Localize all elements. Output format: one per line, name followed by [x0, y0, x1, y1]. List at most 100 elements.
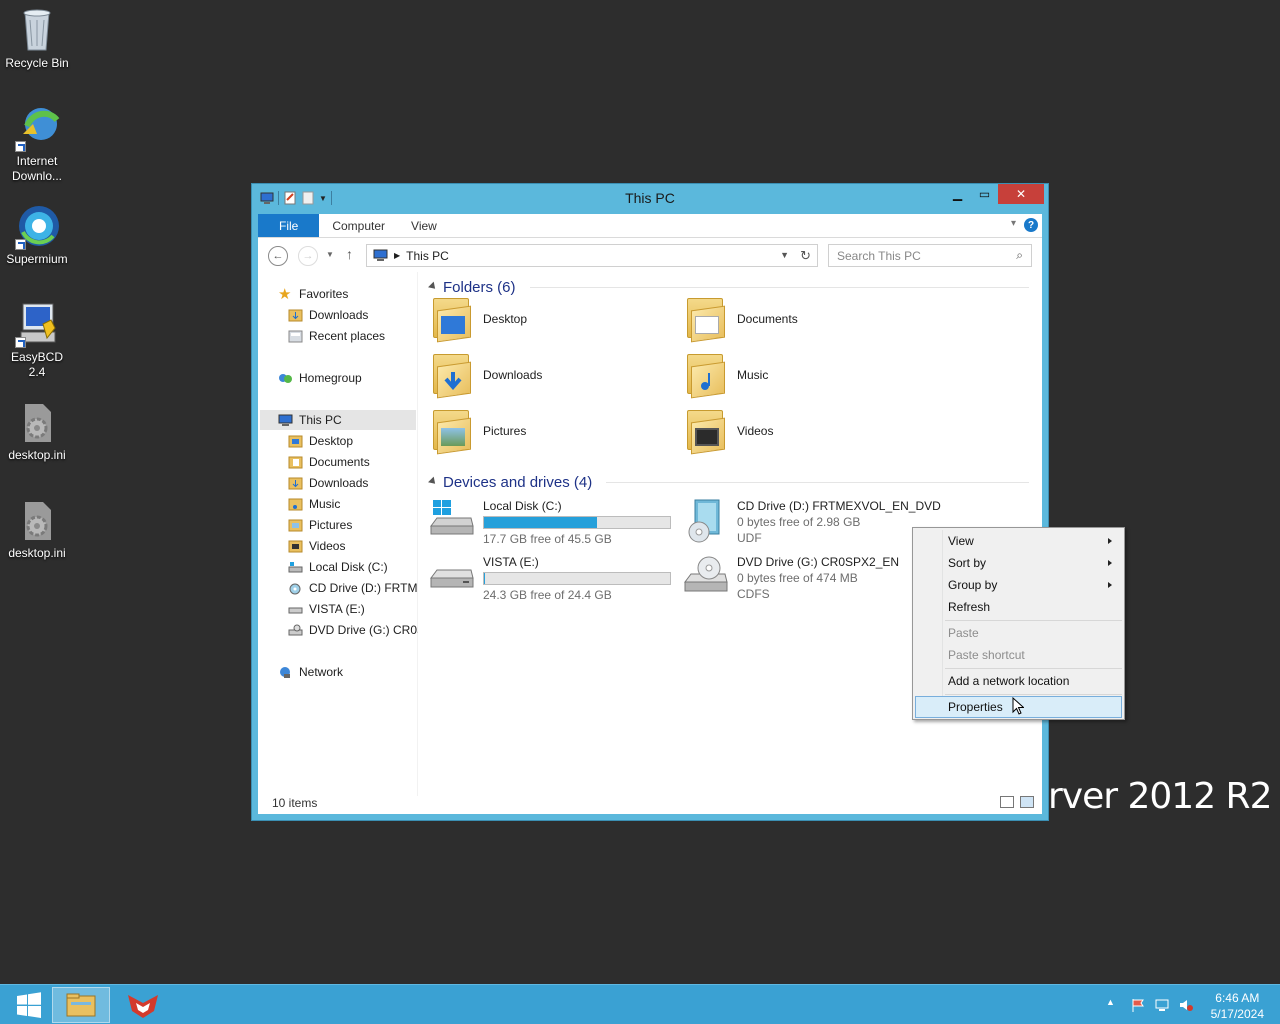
- nav-dvd-drive-g[interactable]: DVD Drive (G:) CR0S: [288, 620, 418, 640]
- menu-item-label: Group by: [948, 578, 998, 592]
- desktop-icon-desktop-ini[interactable]: desktop.ini: [2, 496, 72, 561]
- forward-button[interactable]: →: [298, 246, 318, 266]
- tab-file[interactable]: File: [258, 214, 320, 237]
- recent-locations-icon[interactable]: ▼: [326, 250, 334, 259]
- menu-item-paste-shortcut[interactable]: Paste shortcut: [915, 644, 1122, 666]
- maximize-button[interactable]: ▭: [971, 184, 998, 204]
- drive-name: VISTA (E:): [483, 555, 539, 569]
- desktop-icon-easybcd[interactable]: EasyBCD 2.4: [2, 300, 72, 380]
- drives-group-header[interactable]: Devices and drives (4): [428, 474, 1029, 491]
- desktop-icon-recycle-bin[interactable]: Recycle Bin: [2, 6, 72, 71]
- file-explorer-icon: [66, 993, 96, 1017]
- drive-free-space: 0 bytes free of 2.98 GB: [737, 515, 861, 529]
- desktop-icon-label: desktop.ini: [8, 546, 66, 560]
- downloads-folder-icon: [288, 477, 303, 489]
- search-placeholder: Search This PC: [837, 248, 921, 263]
- star-icon: ★: [278, 285, 292, 303]
- taskbar-app-firewall[interactable]: [114, 987, 172, 1023]
- expand-ribbon-icon[interactable]: ▾: [1011, 218, 1016, 229]
- menu-item-label: Refresh: [948, 600, 991, 614]
- back-button[interactable]: ←: [268, 246, 288, 266]
- nav-music[interactable]: Music: [288, 494, 340, 514]
- nav-documents[interactable]: Documents: [288, 452, 370, 472]
- nav-local-disk-c[interactable]: Local Disk (C:): [288, 557, 388, 577]
- nav-pictures[interactable]: Pictures: [288, 515, 352, 535]
- menu-item-view[interactable]: View: [915, 530, 1122, 552]
- nav-homegroup[interactable]: Homegroup: [278, 368, 362, 388]
- collapse-icon[interactable]: [428, 476, 438, 487]
- address-history-icon[interactable]: ▼: [780, 250, 789, 260]
- folder-downloads[interactable]: Downloads: [431, 352, 542, 399]
- collapse-icon[interactable]: [428, 281, 438, 292]
- nav-downloads[interactable]: Downloads: [288, 473, 368, 493]
- navigation-bar: ← → ▼ ↑ ▶ This PC ▼ ↻ Search This PC ⌕: [258, 238, 1042, 272]
- volume-muted-icon[interactable]: [1178, 997, 1194, 1013]
- nav-cd-drive-d[interactable]: CD Drive (D:) FRTME: [288, 578, 418, 598]
- menu-item-refresh[interactable]: Refresh: [915, 596, 1122, 618]
- nav-recent-places[interactable]: Recent places: [288, 326, 385, 346]
- start-button[interactable]: [0, 987, 58, 1023]
- drive-vista-e[interactable]: VISTA (E:) 24.3 GB free of 24.4 GB: [429, 554, 671, 603]
- folder-videos[interactable]: Videos: [685, 408, 773, 455]
- menu-item-paste[interactable]: Paste: [915, 622, 1122, 644]
- close-button[interactable]: ✕: [998, 184, 1044, 204]
- drive-local-disk-c[interactable]: Local Disk (C:) 17.7 GB free of 45.5 GB: [429, 498, 671, 547]
- music-folder-icon: [288, 498, 303, 510]
- action-center-flag-icon[interactable]: [1130, 997, 1146, 1013]
- tab-view[interactable]: View: [398, 214, 450, 237]
- nav-this-pc[interactable]: This PC: [260, 410, 416, 430]
- settings-file-icon: [13, 398, 61, 446]
- desktop-icon-supermium[interactable]: Supermium: [2, 202, 72, 267]
- nav-vista-e[interactable]: VISTA (E:): [288, 599, 365, 619]
- nav-favorites-downloads[interactable]: Downloads: [288, 305, 368, 325]
- explorer-window[interactable]: ▼ This PC ▁ ▭ ✕ File Computer View ▾ ? ←…: [251, 183, 1049, 821]
- internet-download-manager-icon: [13, 104, 61, 152]
- menu-item-label: Paste: [948, 626, 979, 640]
- folder-pictures[interactable]: Pictures: [431, 408, 526, 455]
- search-icon[interactable]: ⌕: [1016, 248, 1023, 263]
- folder-documents[interactable]: Documents: [685, 296, 798, 343]
- network-status-icon[interactable]: [1154, 997, 1170, 1013]
- system-clock[interactable]: 6:46 AM 5/17/2024: [1211, 990, 1264, 1022]
- nav-network[interactable]: Network: [278, 662, 343, 682]
- search-input[interactable]: Search This PC ⌕: [828, 244, 1032, 267]
- show-hidden-icons-button[interactable]: ▲: [1106, 997, 1122, 1013]
- nav-videos[interactable]: Videos: [288, 536, 345, 556]
- documents-folder-icon: [288, 456, 303, 468]
- title-bar[interactable]: ▼ This PC ▁ ▭ ✕: [252, 184, 1048, 213]
- mouse-cursor-icon: [1012, 697, 1024, 715]
- drive-dvd-g[interactable]: DVD Drive (G:) CR0SPX2_EN 0 bytes free o…: [683, 554, 899, 602]
- help-icon[interactable]: ?: [1024, 218, 1038, 232]
- menu-item-group-by[interactable]: Group by: [915, 574, 1122, 596]
- taskbar-file-explorer[interactable]: [52, 987, 110, 1023]
- minimize-button[interactable]: ▁: [944, 184, 971, 204]
- large-icons-view-icon[interactable]: [1020, 796, 1034, 808]
- menu-item-sort-by[interactable]: Sort by: [915, 552, 1122, 574]
- nav-desktop[interactable]: Desktop: [288, 431, 353, 451]
- nav-label: Desktop: [309, 434, 354, 448]
- desktop-icon-internet-download-manager[interactable]: Internet Downlo...: [2, 104, 72, 184]
- breadcrumb[interactable]: This PC: [406, 249, 449, 263]
- folder-desktop[interactable]: Desktop: [431, 296, 527, 343]
- breadcrumb-separator-icon[interactable]: ▶: [394, 251, 400, 260]
- taskbar: ▲ 6:46 AM 5/17/2024: [0, 984, 1280, 1024]
- cd-drive-icon: [683, 498, 729, 544]
- drive-cd-d[interactable]: CD Drive (D:) FRTMEXVOL_EN_DVD 0 bytes f…: [683, 498, 941, 546]
- folders-group-header[interactable]: Folders (6): [428, 279, 1029, 296]
- documents-folder-icon: [685, 296, 727, 343]
- nav-favorites[interactable]: ★ Favorites: [278, 284, 348, 304]
- tab-computer[interactable]: Computer: [319, 214, 398, 237]
- desktop-icon-label: EasyBCD 2.4: [10, 350, 63, 379]
- menu-item-add-network-location[interactable]: Add a network location: [915, 670, 1122, 692]
- desktop-icon-desktop-ini[interactable]: desktop.ini: [2, 398, 72, 463]
- folder-music[interactable]: Music: [685, 352, 768, 399]
- downloads-folder-icon: [431, 352, 473, 399]
- details-view-icon[interactable]: [1000, 796, 1014, 808]
- clock-time: 6:46 AM: [1215, 991, 1260, 1005]
- refresh-icon[interactable]: ↻: [800, 248, 811, 264]
- group-title: Folders (6): [443, 279, 516, 296]
- up-button[interactable]: ↑: [346, 246, 353, 262]
- menu-item-label: Paste shortcut: [948, 648, 1025, 662]
- dvd-drive-icon: [683, 554, 729, 600]
- address-bar[interactable]: ▶ This PC ▼ ↻: [366, 244, 818, 267]
